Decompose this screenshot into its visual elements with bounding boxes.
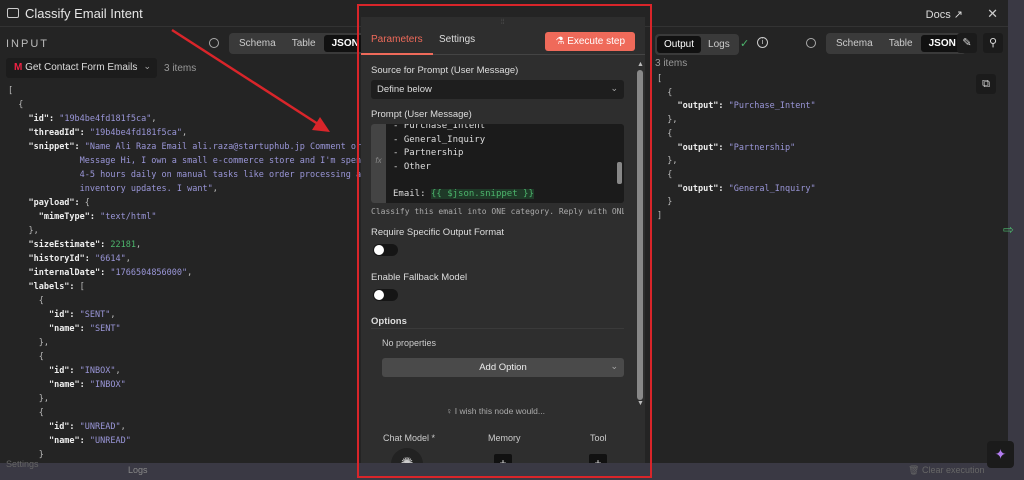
annotation-arrow (171, 28, 330, 132)
arrow-shaft (171, 28, 319, 126)
arrow-head (312, 117, 330, 132)
